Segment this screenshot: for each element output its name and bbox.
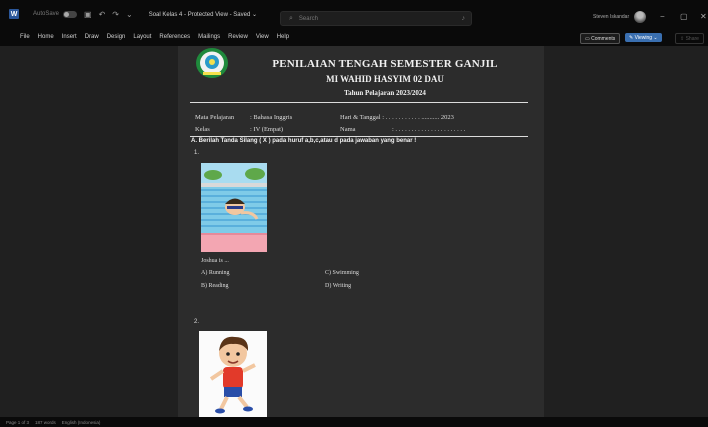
tab-layout[interactable]: Layout [133,34,151,40]
option-d: D) Writing [325,283,352,289]
avatar[interactable] [634,11,646,23]
page-count[interactable]: Page 1 of 3 [6,420,29,425]
name-value: : . . . . . . . . . . . . . . . . . . . … [392,126,466,133]
customize-dropdown-icon[interactable]: ⌄ [126,10,133,19]
tab-file[interactable]: File [20,34,30,40]
search-input[interactable]: ⌕ Search ♪ [280,11,472,26]
redo-icon[interactable]: ↷ [112,10,119,19]
class-label: Kelas [195,126,210,133]
question-number: 2. [194,319,200,325]
word-count[interactable]: 187 words [35,420,56,425]
autosave-toggle[interactable] [63,10,78,18]
subject-label: Mata Pelajaran [195,114,235,121]
autosave-label: AutoSave [33,11,60,17]
document-title[interactable]: Soal Kelas 4 - Protected View - Saved ⌄ [149,11,257,18]
tab-review[interactable]: Review [228,34,248,40]
viewing-button[interactable]: ✎ Viewing ⌄ [625,33,662,42]
exam-title: PENILAIAN TENGAH SEMESTER GANJIL [272,58,498,70]
tab-view[interactable]: View [256,34,269,40]
search-placeholder: Search [298,15,318,22]
running-boy-image [199,331,267,419]
tab-insert[interactable]: Insert [62,34,77,40]
swimming-boy-image [201,163,267,252]
word-logo-icon: W [9,9,19,19]
date-field: Hari & Tanggal : . . . . . . . . . . . .… [340,114,454,121]
class-value: : IV (Empat) [250,126,284,133]
tab-references[interactable]: References [159,34,190,40]
microphone-icon[interactable]: ♪ [462,15,466,22]
restore-icon[interactable]: ▢ [680,12,688,21]
tab-design[interactable]: Design [107,34,126,40]
school-logo-icon [196,48,228,78]
option-a: A) Running [201,270,230,276]
school-name: MI WAHID HASYIM 02 DAU [326,74,444,84]
academic-year: Tahun Pelajaran 2023/2024 [344,89,426,97]
share-button[interactable]: ⇪ Share [675,33,704,44]
status-bar: Page 1 of 3 187 words English (Indonesia… [0,417,708,427]
fields-divider [190,136,528,137]
minimize-icon[interactable]: − [660,12,665,21]
user-name[interactable]: Steven Iskandar [593,14,629,20]
question-number: 1. [194,150,200,156]
question-stem: Joshua is ... [201,258,229,264]
tab-help[interactable]: Help [277,34,289,40]
tab-draw[interactable]: Draw [85,34,99,40]
subject-value: : Bahasa Inggris [250,114,293,121]
tab-mailings[interactable]: Mailings [198,34,220,40]
option-b: B) Reading [201,283,229,289]
language-indicator[interactable]: English (Indonesia) [62,420,101,425]
undo-icon[interactable]: ↶ [99,10,106,19]
comments-button[interactable]: ▭ Comments [580,33,621,44]
close-icon[interactable]: ✕ [700,12,707,21]
header-divider [190,102,528,103]
tab-home[interactable]: Home [38,34,54,40]
instruction-text: A. Berilah Tanda Silang ( X ) pada huruf… [191,138,417,144]
save-icon[interactable]: ▣ [84,10,92,19]
option-c: C) Swimming [325,270,359,276]
name-label: Nama [340,126,356,133]
search-icon: ⌕ [289,14,293,22]
